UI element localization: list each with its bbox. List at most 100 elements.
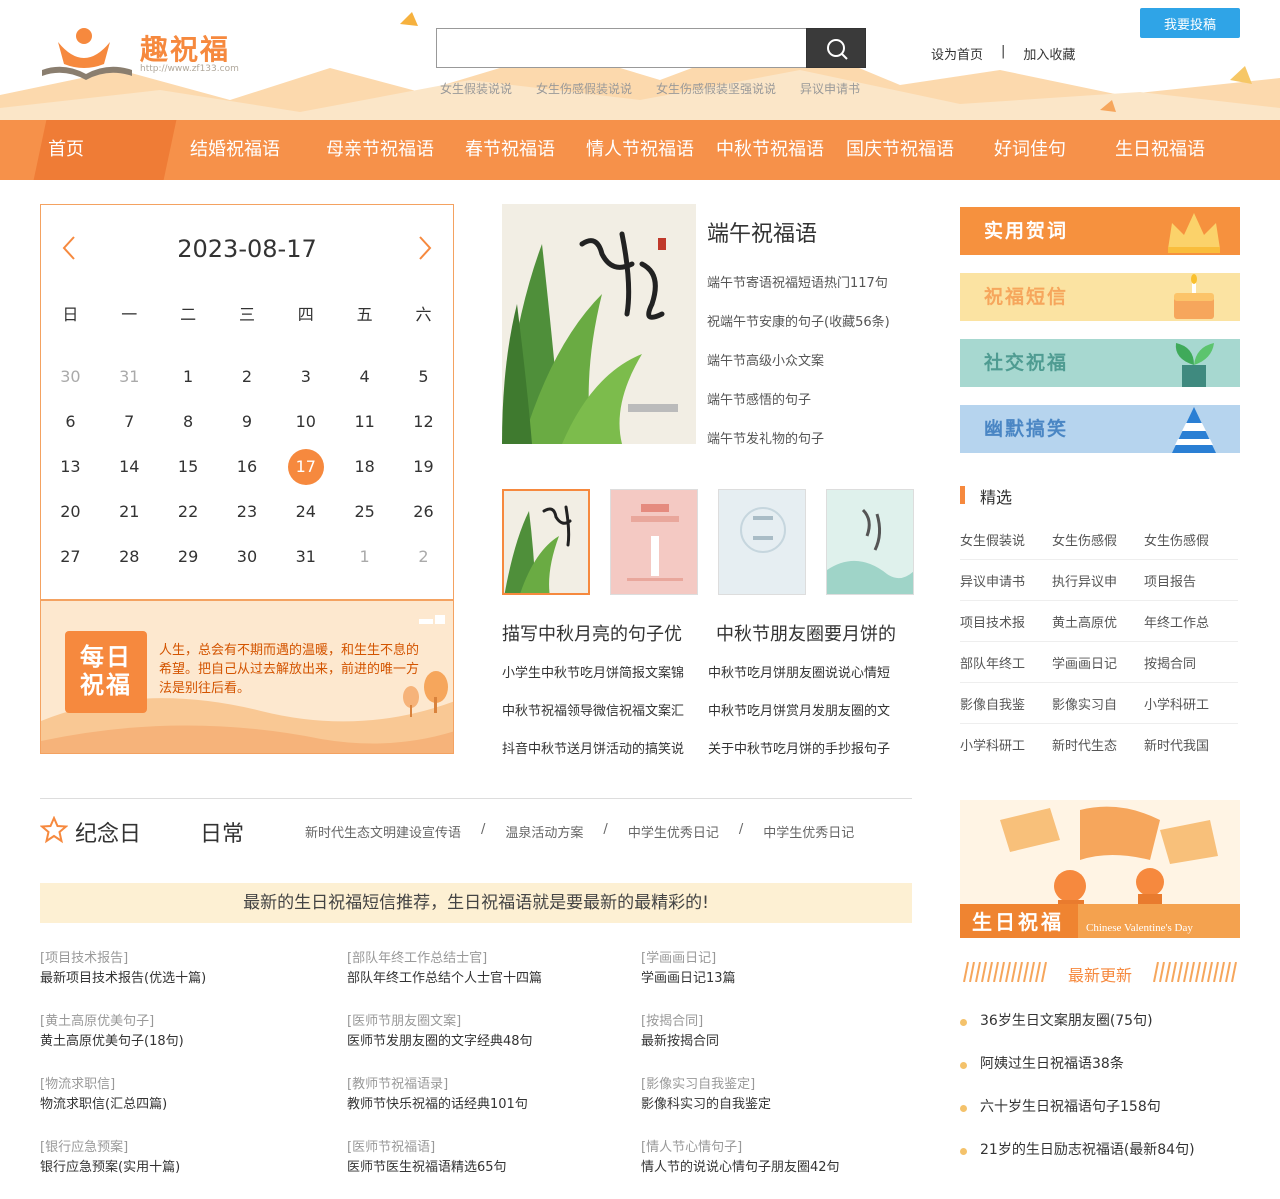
pick-link[interactable]: 年终工作总 [1144,612,1236,631]
nav-item-national-day[interactable]: 国庆节祝福语 [840,120,960,180]
pick-link[interactable]: 项目技术报 [960,612,1052,631]
pick-link[interactable]: 小学科研工 [1144,694,1236,713]
nav-item-phrases[interactable]: 好词佳句 [960,120,1100,180]
nav-item-birthday[interactable]: 生日祝福语 [1100,120,1220,180]
calendar-day[interactable]: 1 [335,547,394,566]
article-title[interactable]: 学画画日记13篇 [641,967,899,986]
article-category[interactable]: [项目技术报告] [40,947,347,967]
article-category[interactable]: [教师节祝福语录] [347,1073,641,1093]
article-item[interactable]: [医师节祝福语] 医师节医生祝福语精选65句 [347,1136,641,1199]
nav-item-mid-autumn[interactable]: 中秋节祝福语 [700,120,840,180]
calendar-day[interactable]: 23 [218,502,277,521]
article-item[interactable]: [影像实习自我鉴定] 影像科实习的自我鉴定 [641,1073,899,1136]
article-item[interactable]: [黄土高原优美句子] 黄土高原优美句子(18句) [40,1010,347,1073]
tab-link[interactable]: 中学生优秀日记 [763,822,854,841]
calendar-day[interactable]: 13 [41,457,100,476]
calendar-day[interactable]: 8 [159,412,218,431]
calendar-day[interactable]: 24 [276,502,335,521]
submit-article-button[interactable]: 我要投稿 [1140,8,1240,38]
calendar-day[interactable]: 30 [218,547,277,566]
birthday-side-banner[interactable]: 生日祝福 Chinese Valentine's Day [960,800,1240,938]
calendar-day[interactable]: 1 [159,367,218,386]
calendar-day[interactable]: 4 [335,367,394,386]
pick-link[interactable]: 新时代我国 [1144,735,1236,754]
feature-link[interactable]: 端午节寄语祝福短语热门117句 [707,272,890,311]
article-category[interactable]: [医师节朋友圈文案] [347,1010,641,1030]
pick-link[interactable]: 女生假装说 [960,530,1052,549]
latest-item[interactable]: 36岁生日文案朋友圈(75句) [960,1004,1240,1047]
calendar-day[interactable]: 27 [41,547,100,566]
category-greetings[interactable]: 实用贺词 [960,207,1240,255]
set-homepage-link[interactable]: 设为首页 [931,44,983,63]
tab-anniversary[interactable]: 纪念日 [75,816,141,848]
search-input[interactable] [437,29,806,67]
article-category[interactable]: [银行应急预案] [40,1136,347,1156]
tab-link[interactable]: 中学生优秀日记 [628,822,719,841]
article-title[interactable]: 物流求职信(汇总四篇) [40,1093,347,1112]
article-item[interactable]: [医师节朋友圈文案] 医师节发朋友圈的文字经典48句 [347,1010,641,1073]
calendar-day[interactable]: 9 [218,412,277,431]
article-item[interactable]: [教师节祝福语录] 教师节快乐祝福的话经典101句 [347,1073,641,1136]
mid-title[interactable]: 描写中秋月亮的句子优 [502,620,716,646]
article-title[interactable]: 银行应急预案(实用十篇) [40,1156,347,1175]
category-sms[interactable]: 祝福短信 [960,273,1240,321]
nav-item-valentines[interactable]: 情人节祝福语 [580,120,700,180]
article-category[interactable]: [学画画日记] [641,947,899,967]
article-category[interactable]: [部队年终工作总结士官] [347,947,641,967]
thumbnail-chushu[interactable] [718,489,806,595]
article-item[interactable]: [部队年终工作总结士官] 部队年终工作总结个人士官十四篇 [347,947,641,1010]
calendar-day[interactable]: 7 [100,412,159,431]
feature-link[interactable]: 祝端午节安康的句子(收藏56条) [707,311,890,350]
article-title[interactable]: 部队年终工作总结个人士官十四篇 [347,967,641,986]
calendar-next-button[interactable] [417,235,433,268]
pick-link[interactable]: 部队年终工 [960,653,1052,672]
hot-link[interactable]: 女生伤感假装坚强说说 [656,80,776,97]
latest-item[interactable]: 六十岁生日祝福语句子158句 [960,1090,1240,1133]
article-item[interactable]: [学画画日记] 学画画日记13篇 [641,947,899,1010]
calendar-day[interactable]: 2 [394,547,453,566]
calendar-day-today[interactable]: 17 [276,448,335,485]
calendar-day[interactable]: 31 [276,547,335,566]
hot-link[interactable]: 异议申请书 [800,80,860,97]
article-item[interactable]: [物流求职信] 物流求职信(汇总四篇) [40,1073,347,1136]
calendar-day[interactable]: 19 [394,457,453,476]
calendar-day[interactable]: 12 [394,412,453,431]
calendar-day[interactable]: 26 [394,502,453,521]
calendar-day[interactable]: 22 [159,502,218,521]
article-title[interactable]: 情人节的说说心情句子朋友圈42句 [641,1156,899,1175]
calendar-day[interactable]: 30 [41,367,100,386]
calendar-day[interactable]: 2 [218,367,277,386]
calendar-day[interactable]: 14 [100,457,159,476]
hot-link[interactable]: 女生伤感假装说说 [536,80,632,97]
article-title[interactable]: 医师节发朋友圈的文字经典48句 [347,1030,641,1049]
search-button[interactable] [806,28,866,68]
site-logo[interactable]: 趣祝福 http://www.zf133.com [40,26,250,86]
thumbnail-gaokao[interactable] [610,489,698,595]
calendar-day[interactable]: 28 [100,547,159,566]
article-title[interactable]: 教师节快乐祝福的话经典101句 [347,1093,641,1112]
nav-item-mothers-day[interactable]: 母亲节祝福语 [320,120,440,180]
article-category[interactable]: [物流求职信] [40,1073,347,1093]
article-item[interactable]: [按揭合同] 最新按揭合同 [641,1010,899,1073]
pick-link[interactable]: 按揭合同 [1144,653,1236,672]
hot-link[interactable]: 女生假装说说 [440,80,512,97]
article-category[interactable]: [黄土高原优美句子] [40,1010,347,1030]
pick-link[interactable]: 影像自我鉴 [960,694,1052,713]
calendar-day[interactable]: 15 [159,457,218,476]
category-social[interactable]: 社交祝福 [960,339,1240,387]
article-item[interactable]: [银行应急预案] 银行应急预案(实用十篇) [40,1136,347,1199]
pick-link[interactable]: 项目报告 [1144,571,1236,590]
tab-link[interactable]: 温泉活动方案 [505,822,583,841]
calendar-day[interactable]: 20 [41,502,100,521]
pick-link[interactable]: 黄土高原优 [1052,612,1144,631]
article-title[interactable]: 最新按揭合同 [641,1030,899,1049]
pick-link[interactable]: 女生伤感假 [1052,530,1144,549]
pick-link[interactable]: 学画画日记 [1052,653,1144,672]
calendar-day[interactable]: 5 [394,367,453,386]
article-title[interactable]: 最新项目技术报告(优选十篇) [40,967,347,986]
feature-link[interactable]: 端午节感悟的句子 [707,389,890,428]
mid-link[interactable]: 中秋节祝福领导微信祝福文案汇 [502,700,708,738]
add-favorite-link[interactable]: 加入收藏 [1023,44,1075,63]
feature-link[interactable]: 端午节发礼物的句子 [707,428,890,467]
calendar-day[interactable]: 16 [218,457,277,476]
